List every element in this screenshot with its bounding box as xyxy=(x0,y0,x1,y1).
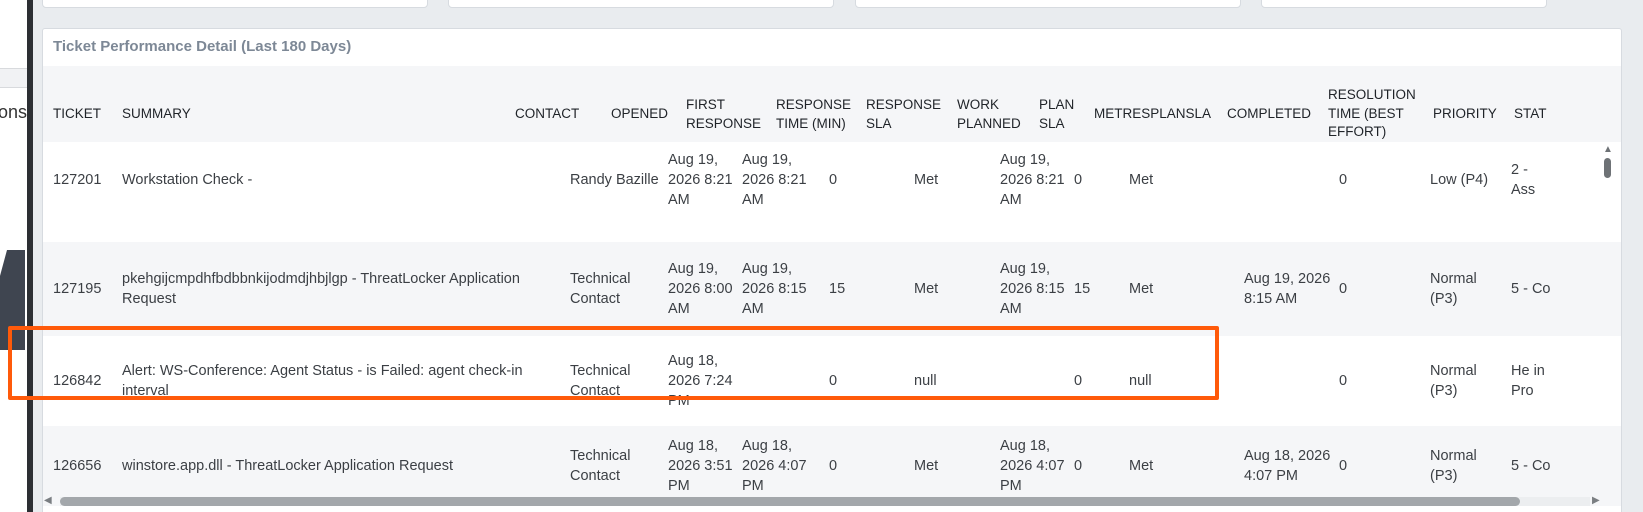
contact-cell: Technical Contact xyxy=(570,363,631,399)
plan-sla-cell: 0 xyxy=(1074,373,1083,389)
response-time-cell: 15 xyxy=(829,281,846,297)
column-header[interactable]: TICKET xyxy=(53,105,118,124)
column-header[interactable]: SUMMARY xyxy=(122,105,512,124)
table-row[interactable]: 127195 pkehgijcmpdhfbdbbnkijodmdjhbjlgp -… xyxy=(43,242,1621,336)
column-header[interactable]: WORK PLANNED xyxy=(957,96,1037,133)
kpi-card[interactable] xyxy=(42,0,428,8)
table-header: TICKET SUMMARY CONTACT OPENED FIRST RESPONSE… xyxy=(43,66,1621,142)
contact-cell: Technical Contact xyxy=(570,448,631,484)
contact-cell: Randy Bazille xyxy=(570,172,659,188)
response-time-cell: 0 xyxy=(829,172,838,188)
column-header[interactable]: OPENED xyxy=(611,105,681,124)
kpi-card-strip xyxy=(33,0,1643,10)
scroll-up-icon[interactable]: ▲ xyxy=(1603,145,1613,155)
resolution-time-cell: 0 xyxy=(1339,373,1348,389)
ticket-cell: 127195 xyxy=(53,281,102,297)
response-time-cell: 0 xyxy=(829,458,838,474)
table-row[interactable]: 127201 Workstation Check - Randy Bazille Au… xyxy=(43,142,1621,218)
resolution-time-cell: 0 xyxy=(1339,172,1348,188)
column-header[interactable]: CONTACT xyxy=(515,105,607,124)
column-header[interactable]: RESPONSE SLA xyxy=(866,96,954,133)
response-sla-cell: Met xyxy=(914,281,939,297)
response-sla-cell: Met xyxy=(914,172,939,188)
contact-cell: Technical Contact xyxy=(570,271,631,307)
background-app: ons xyxy=(0,0,30,512)
column-header[interactable]: RESPONSE TIME (MIN) xyxy=(776,96,862,133)
response-sla-cell: null xyxy=(914,373,937,389)
vertical-scroll-thumb[interactable] xyxy=(1604,158,1611,178)
completed-cell: Aug 18, 2026 4:07 PM xyxy=(1244,448,1331,484)
summary-cell: Alert: WS-Conference: Agent Status - is … xyxy=(122,363,523,399)
summary-cell: Workstation Check - xyxy=(122,172,253,188)
background-text: ons xyxy=(0,102,28,122)
status-cell: 5 - Co xyxy=(1511,281,1551,297)
column-header[interactable]: METRESPLANSLA xyxy=(1094,105,1224,124)
met-res-plan-sla-cell: Met xyxy=(1129,281,1154,297)
priority-cell: Normal (P3) xyxy=(1430,363,1477,399)
resolution-time-cell: 0 xyxy=(1339,458,1348,474)
column-header[interactable]: PLAN SLA xyxy=(1039,96,1091,133)
priority-cell: Normal (P3) xyxy=(1430,271,1477,307)
response-sla-cell: Met xyxy=(914,458,939,474)
panel-title: Ticket Performance Detail (Last 180 Days… xyxy=(53,38,352,55)
column-header[interactable]: STAT xyxy=(1514,105,1574,124)
met-res-plan-sla-cell: Met xyxy=(1129,172,1154,188)
met-res-plan-sla-cell: null xyxy=(1129,373,1152,389)
status-cell: He in Pro xyxy=(1511,363,1545,399)
met-res-plan-sla-cell: Met xyxy=(1129,458,1154,474)
horizontal-scroll-thumb[interactable] xyxy=(60,497,1520,506)
opened-cell: Aug 19, 2026 8:00 AM xyxy=(668,261,733,317)
priority-cell: Normal (P3) xyxy=(1430,448,1477,484)
summary-cell: winstore.app.dll - ThreatLocker Applicat… xyxy=(122,458,454,474)
ticket-cell: 127201 xyxy=(53,172,102,188)
opened-cell: Aug 19, 2026 8:21 AM xyxy=(668,152,733,208)
plan-sla-cell: 0 xyxy=(1074,458,1083,474)
ticket-cell: 126842 xyxy=(53,373,102,389)
plan-sla-cell: 15 xyxy=(1074,281,1091,297)
dashboard-main: Ticket Performance Detail (Last 180 Days… xyxy=(33,0,1643,512)
column-header[interactable]: PRIORITY xyxy=(1433,105,1511,124)
scroll-left-icon[interactable]: ◀ xyxy=(44,496,52,506)
plan-sla-cell: 0 xyxy=(1074,172,1083,188)
vertical-scrollbar[interactable]: ▲ xyxy=(1601,145,1613,485)
column-header[interactable]: FIRST RESPONSE xyxy=(686,96,772,133)
kpi-card[interactable] xyxy=(855,0,1241,8)
first-response-cell: Aug 18, 2026 4:07 PM xyxy=(742,438,807,494)
background-graphic xyxy=(0,250,25,350)
opened-cell: Aug 18, 2026 7:24 PM xyxy=(668,353,733,409)
work-planned-cell: Aug 19, 2026 8:15 AM xyxy=(1000,261,1065,317)
status-cell: 5 - Co xyxy=(1511,458,1551,474)
work-planned-cell: Aug 19, 2026 8:21 AM xyxy=(1000,152,1065,208)
first-response-cell: Aug 19, 2026 8:21 AM xyxy=(742,152,807,208)
kpi-card[interactable] xyxy=(1261,0,1547,8)
table-row[interactable]: 126842 Alert: WS-Conference: Agent Status… xyxy=(43,336,1621,426)
response-time-cell: 0 xyxy=(829,373,838,389)
horizontal-scrollbar[interactable]: ◀ ▶ xyxy=(42,494,1617,512)
background-bar xyxy=(0,68,30,88)
completed-cell: Aug 19, 2026 8:15 AM xyxy=(1244,271,1331,307)
summary-cell: pkehgijcmpdhfbdbbnkijodmdjhbjlgp - Threa… xyxy=(122,271,520,307)
opened-cell: Aug 18, 2026 3:51 PM xyxy=(668,438,733,494)
kpi-card[interactable] xyxy=(448,0,834,8)
column-header[interactable]: COMPLETED xyxy=(1227,105,1325,124)
resolution-time-cell: 0 xyxy=(1339,281,1348,297)
status-cell: 2 - Ass xyxy=(1511,162,1536,198)
priority-cell: Low (P4) xyxy=(1430,172,1489,188)
first-response-cell: Aug 19, 2026 8:15 AM xyxy=(742,261,807,317)
scroll-right-icon[interactable]: ▶ xyxy=(1592,496,1600,506)
ticket-cell: 126656 xyxy=(53,458,102,474)
ticket-performance-panel: Ticket Performance Detail (Last 180 Days… xyxy=(42,28,1622,512)
work-planned-cell: Aug 18, 2026 4:07 PM xyxy=(1000,438,1065,494)
column-header[interactable]: RESOLUTION TIME (BEST EFFORT) xyxy=(1328,86,1428,142)
